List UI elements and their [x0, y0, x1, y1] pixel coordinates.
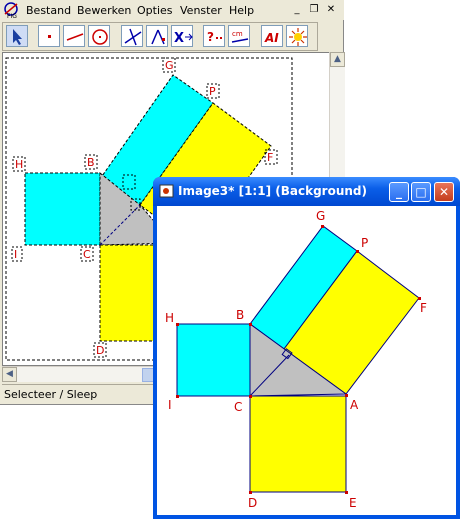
menu-venster[interactable]: Venster — [180, 4, 222, 17]
menu-bewerken[interactable]: Bewerken — [77, 4, 131, 17]
palette-icon — [289, 28, 307, 46]
mdi-close-button[interactable]: ✕ — [324, 3, 338, 16]
perpendicular-icon — [124, 28, 142, 46]
label-d: D — [96, 344, 104, 357]
color-tool-button[interactable] — [286, 25, 308, 47]
square-caed-shape — [249, 395, 347, 493]
transform-icon: X — [174, 31, 193, 46]
label-a: A — [350, 398, 359, 412]
label-c: C — [83, 248, 91, 261]
scroll-up-button[interactable]: ▲ — [330, 52, 345, 67]
label-g: G — [165, 59, 174, 72]
minimize-button[interactable]: _ — [389, 182, 409, 202]
label-c: C — [234, 400, 242, 414]
svg-text:cm: cm — [232, 30, 243, 38]
svg-text:FIG: FIG — [7, 13, 17, 19]
circle-icon — [92, 29, 108, 45]
label-d: D — [248, 496, 257, 510]
menu-bar: FIG Bestand Bewerken Opties Venster Help… — [0, 0, 344, 20]
transform-tool-button[interactable]: X — [171, 25, 193, 47]
label-i: I — [168, 398, 172, 412]
svg-text:?: ? — [207, 30, 214, 44]
line-icon — [66, 33, 84, 41]
point-tool-button[interactable] — [38, 25, 60, 47]
label-b: B — [87, 156, 95, 169]
menu-opties[interactable]: Opties — [137, 4, 173, 17]
distance-icon: cm — [231, 30, 249, 43]
label-p: P — [361, 236, 368, 250]
label-h: H — [165, 311, 174, 325]
label-b: B — [236, 308, 244, 322]
text-tool-button[interactable]: AI — [261, 25, 283, 47]
image-window-icon[interactable] — [159, 184, 174, 198]
svg-text:X: X — [174, 31, 184, 46]
perpendicular-tool-button[interactable] — [121, 25, 143, 47]
label-i: I — [14, 248, 17, 261]
label-g: G — [316, 209, 325, 223]
arrow-pointer-icon — [13, 29, 22, 45]
image-window-title: Image3* [1:1] (Background) — [178, 184, 367, 198]
line-tool-button[interactable] — [63, 25, 85, 47]
label-h: H — [15, 158, 23, 171]
distance-tool-button[interactable]: cm — [228, 25, 250, 47]
close-button[interactable]: ✕ — [434, 182, 454, 202]
label-f: F — [420, 301, 427, 315]
measure-tool-button[interactable]: ? — [203, 25, 225, 47]
label-f: F — [267, 151, 273, 164]
intersection-icon — [151, 29, 165, 45]
label-p: P — [209, 85, 216, 98]
toolbar: X ? cm AI — [2, 22, 318, 51]
square-hbci-shape — [176, 323, 251, 397]
svg-text:AI: AI — [264, 31, 279, 45]
image-window: Image3* [1:1] (Background) _ □ ✕ G P F H… — [153, 177, 460, 519]
label-e: E — [349, 496, 357, 510]
question-point-icon: ? — [207, 30, 222, 44]
point-icon — [48, 35, 51, 38]
circle-tool-button[interactable] — [88, 25, 110, 47]
intersection-tool-button[interactable] — [146, 25, 168, 47]
maximize-button[interactable]: □ — [411, 182, 431, 202]
image-canvas[interactable]: G P F H B I C A D E — [157, 206, 456, 515]
status-text: Selecteer / Sleep — [4, 388, 98, 401]
mdi-restore-button[interactable]: ❐ — [307, 3, 321, 16]
square-hbci-shape — [24, 172, 101, 246]
menu-help[interactable]: Help — [229, 4, 254, 17]
menu-bestand[interactable]: Bestand — [26, 4, 71, 17]
mdi-minimize-button[interactable]: _ — [290, 3, 304, 16]
select-tool-button[interactable] — [6, 25, 28, 47]
app-logo-icon[interactable]: FIG — [3, 2, 21, 20]
scroll-left-button[interactable]: ◀ — [2, 367, 17, 382]
text-icon: AI — [264, 31, 279, 45]
image-window-titlebar[interactable]: Image3* [1:1] (Background) _ □ ✕ — [153, 177, 460, 206]
